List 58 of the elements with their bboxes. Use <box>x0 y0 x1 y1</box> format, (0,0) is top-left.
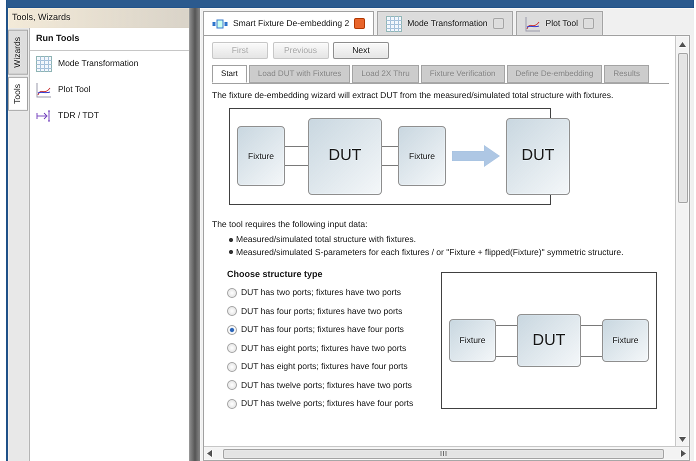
arrow-icon <box>452 145 500 168</box>
intro-text: The fixture de-embedding wizard will extract DUT from the measured/simulated total structure with fixtures. <box>212 89 614 102</box>
radio-option[interactable]: DUT has eight ports; fixtures have two ports <box>227 339 441 358</box>
radio-option[interactable]: DUT has eight ports; fixtures have four ports <box>227 358 441 376</box>
radio-button[interactable] <box>227 343 237 354</box>
radio-option[interactable]: DUT has four ports; fixtures have four ports <box>227 320 441 339</box>
splitter[interactable] <box>190 8 200 461</box>
grip-icon <box>440 451 447 456</box>
radio-button[interactable] <box>227 362 237 372</box>
bullet-text: Measured/simulated total structure with fixtures. <box>236 233 416 246</box>
next-button[interactable]: Next <box>333 42 389 59</box>
document-tab[interactable]: Mode Transformation <box>377 11 513 35</box>
document-tab[interactable]: Plot Tool <box>516 11 603 35</box>
fixture-block: Fixture <box>602 319 649 362</box>
radio-button[interactable] <box>227 306 237 316</box>
panel-title: Tools, Wizards <box>12 12 71 22</box>
wizard-tab[interactable]: Start <box>212 65 247 83</box>
tool-item[interactable]: Plot Tool <box>30 76 189 102</box>
fixture-block: Fixture <box>398 126 446 186</box>
tool-item[interactable]: Mode Transformation <box>30 50 189 76</box>
document-tab[interactable]: Smart Fixture De-embedding 2 <box>203 11 374 35</box>
dut-block: DUT <box>308 118 382 195</box>
scroll-thumb[interactable] <box>223 448 664 458</box>
requirements-text: The tool requires the following input data: <box>212 218 368 231</box>
scrollbar[interactable] <box>204 446 689 460</box>
bullet-text: Measured/simulated S-parameters for each fixtures / or "Fixture + flipped(Fixture)" symmetric structure. <box>236 246 624 259</box>
radio-button[interactable] <box>227 324 237 335</box>
dut-block: DUT <box>517 314 581 368</box>
radio-button[interactable] <box>227 288 237 298</box>
section-title: Choose structure type <box>227 268 324 281</box>
scrollbar[interactable] <box>675 36 689 446</box>
section-title: Run Tools <box>30 28 189 50</box>
dut-block: DUT <box>506 118 570 195</box>
radio-option[interactable]: DUT has twelve ports; fixtures have two ports <box>227 376 441 394</box>
radio-button[interactable] <box>227 380 237 390</box>
fixture-block: Fixture <box>237 126 285 186</box>
radio-option[interactable]: DUT has two ports; fixtures have two ports <box>227 284 441 302</box>
scroll-right-icon[interactable] <box>681 450 686 457</box>
radio-option[interactable]: DUT has twelve ports; fixtures have four ports <box>227 394 441 413</box>
side-tab[interactable]: Tools <box>8 76 28 111</box>
blocks-icon <box>212 18 228 30</box>
scroll-left-icon[interactable] <box>207 450 212 457</box>
scroll-down-icon[interactable] <box>679 437 686 442</box>
ruler-icon <box>36 110 52 122</box>
bullet-icon <box>229 250 233 254</box>
scroll-up-icon[interactable] <box>679 42 686 47</box>
radio-button[interactable] <box>227 398 237 409</box>
chart-icon <box>36 82 52 98</box>
scroll-thumb[interactable] <box>678 53 688 203</box>
fixture-block: Fixture <box>449 319 496 362</box>
close-icon[interactable] <box>354 18 366 29</box>
chart-icon <box>524 16 541 32</box>
side-tab[interactable]: Wizards <box>8 30 28 75</box>
tool-item[interactable]: TDR / TDT <box>30 102 189 128</box>
grid-icon <box>386 16 402 32</box>
bullet-icon <box>229 238 233 242</box>
grid-icon <box>36 56 52 72</box>
radio-option[interactable]: DUT has four ports; fixtures have two ports <box>227 302 441 320</box>
